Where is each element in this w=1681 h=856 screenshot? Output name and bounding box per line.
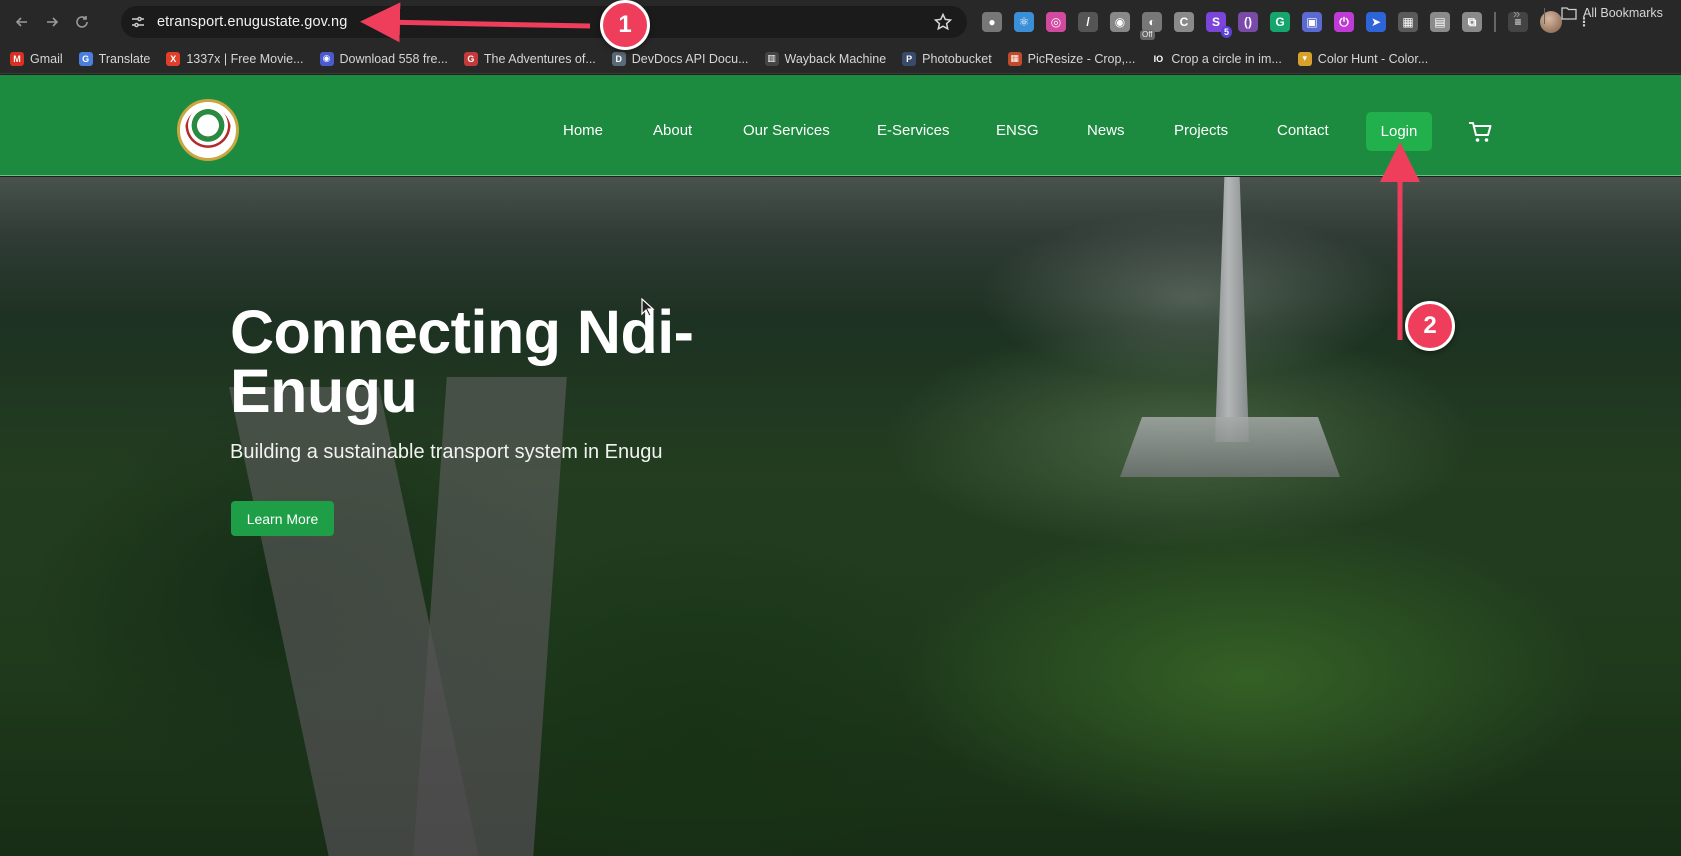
bookmark-label: 1337x | Free Movie... (186, 51, 304, 66)
reader-extension-icon[interactable]: ▤ (1430, 12, 1450, 32)
pen-icon[interactable]: / (1078, 12, 1098, 32)
nav-projects[interactable]: Projects (1174, 122, 1228, 139)
mouse-cursor-icon (641, 298, 655, 317)
nav-e-services[interactable]: E-Services (877, 122, 950, 139)
bookmark-label: PicResize - Crop,... (1027, 51, 1136, 66)
all-bookmarks-button[interactable]: All Bookmarks (1561, 6, 1663, 20)
annotation-marker-1: 1 (600, 0, 650, 50)
screen-capture-icon[interactable]: ▣ (1302, 12, 1322, 32)
learn-more-button[interactable]: Learn More (231, 501, 334, 536)
nav-our-services[interactable]: Our Services (743, 122, 830, 139)
puzzle-icon[interactable]: ⧉ (1462, 12, 1482, 32)
address-bar[interactable]: etransport.enugustate.gov.ng (121, 6, 967, 38)
extension-status-label: Off (1140, 30, 1155, 40)
nav-contact[interactable]: Contact (1277, 122, 1329, 139)
bookmark-item[interactable]: G The Adventures of... (463, 51, 596, 66)
bookmark-label: Download 558 fre... (339, 51, 448, 66)
bookmark-item[interactable]: ▦ PicResize - Crop,... (1007, 51, 1136, 66)
bookmarks-bar: M Gmail G Translate X 1337x | Free Movie... ◉ D… (0, 44, 1681, 74)
bookmark-label: Color Hunt - Color... (1317, 51, 1429, 66)
folder-icon (1561, 7, 1577, 20)
bookmark-item[interactable]: ▾ Color Hunt - Color... (1297, 51, 1429, 66)
react-devtools-icon[interactable]: ⚛ (1014, 12, 1034, 32)
bookmark-favicon-icon: G (78, 51, 93, 66)
bookmark-favicon-icon: ▦ (1007, 51, 1022, 66)
dropper-icon[interactable]: ● (982, 12, 1002, 32)
grid-extension-icon[interactable]: ▦ (1398, 12, 1418, 32)
nav-home[interactable]: Home (563, 122, 603, 139)
site-info-icon[interactable] (129, 13, 147, 31)
bookmark-favicon-icon: ▥ (764, 51, 779, 66)
nav-about[interactable]: About (653, 122, 692, 139)
coat-of-arms-icon (185, 107, 231, 153)
reload-icon[interactable] (68, 8, 96, 36)
bookmarks-divider (1544, 8, 1545, 24)
bookmark-item[interactable]: ◉ Download 558 fre... (319, 51, 448, 66)
bookmark-item[interactable]: X 1337x | Free Movie... (166, 51, 304, 66)
login-button[interactable]: Login (1366, 112, 1432, 151)
hero-title: Connecting Ndi-Enugu (230, 298, 694, 425)
color-picker-icon[interactable]: ◎ (1046, 12, 1066, 32)
power-extension-icon[interactable]: ⏻ (1334, 12, 1354, 32)
off-extension-icon[interactable]: ◐ Off (1140, 12, 1162, 40)
bookmark-item[interactable]: ▥ Wayback Machine (764, 51, 887, 66)
cart-icon[interactable] (1467, 120, 1493, 144)
brackets-extension-icon[interactable]: () (1238, 12, 1258, 32)
bookmark-label: Crop a circle in im... (1171, 51, 1282, 66)
toolbar-separator (1494, 12, 1496, 32)
bookmark-favicon-icon: G (463, 51, 478, 66)
extensions-bar: ● ⚛ ◎ / ◉ ◐ Off C S 5() G ▣ ⏻ ➤ ▦ ▤ ⧉ ≡ ⋮ (982, 10, 1594, 40)
hero-section: Connecting Ndi-Enugu Building a sustaina… (0, 177, 1681, 856)
target-icon[interactable]: ◉ (1110, 12, 1130, 32)
bookmark-item[interactable]: M Gmail (10, 51, 63, 66)
extension-badge: 5 (1220, 26, 1232, 38)
back-icon[interactable] (8, 8, 36, 36)
bookmark-favicon-icon: ▾ (1297, 51, 1312, 66)
cursor-extension-icon[interactable]: ➤ (1366, 12, 1386, 32)
grammarly-icon[interactable]: G (1270, 12, 1290, 32)
bookmark-item[interactable]: IO Crop a circle in im... (1151, 51, 1282, 66)
hero-subtitle: Building a sustainable transport system … (230, 441, 663, 463)
bookmark-item[interactable]: G Translate (78, 51, 151, 66)
bookmark-item[interactable]: D DevDocs API Docu... (611, 51, 749, 66)
bookmark-label: Translate (98, 51, 151, 66)
bookmark-label: Gmail (30, 51, 63, 66)
annotation-marker-2: 2 (1405, 301, 1455, 351)
url-text: etransport.enugustate.gov.ng (157, 14, 348, 30)
nav-news[interactable]: News (1087, 122, 1125, 139)
s-extension-icon[interactable]: S5 (1206, 12, 1232, 38)
bookmark-label: Photobucket (922, 51, 992, 66)
bookmark-favicon-icon: IO (1151, 51, 1166, 66)
bookmark-item[interactable]: P Photobucket (902, 51, 992, 66)
bookmark-star-icon[interactable] (933, 12, 953, 32)
bookmark-favicon-icon: ◉ (319, 51, 334, 66)
nav-ensg[interactable]: ENSG (996, 122, 1039, 139)
bookmark-favicon-icon: X (166, 51, 181, 66)
bookmarks-overflow-icon[interactable]: » (1513, 6, 1520, 21)
bookmark-label: The Adventures of... (483, 51, 596, 66)
enugu-state-logo[interactable] (177, 99, 239, 161)
all-bookmarks-label: All Bookmarks (1583, 6, 1663, 20)
bookmark-favicon-icon: D (611, 51, 626, 66)
bookmark-favicon-icon: P (902, 51, 917, 66)
bookmark-favicon-icon: M (10, 51, 24, 66)
bookmark-label: DevDocs API Docu... (631, 51, 749, 66)
forward-icon[interactable] (38, 8, 66, 36)
browser-nav-buttons (8, 8, 116, 36)
bookmark-label: Wayback Machine (784, 51, 887, 66)
c-extension-icon[interactable]: C (1174, 12, 1194, 32)
